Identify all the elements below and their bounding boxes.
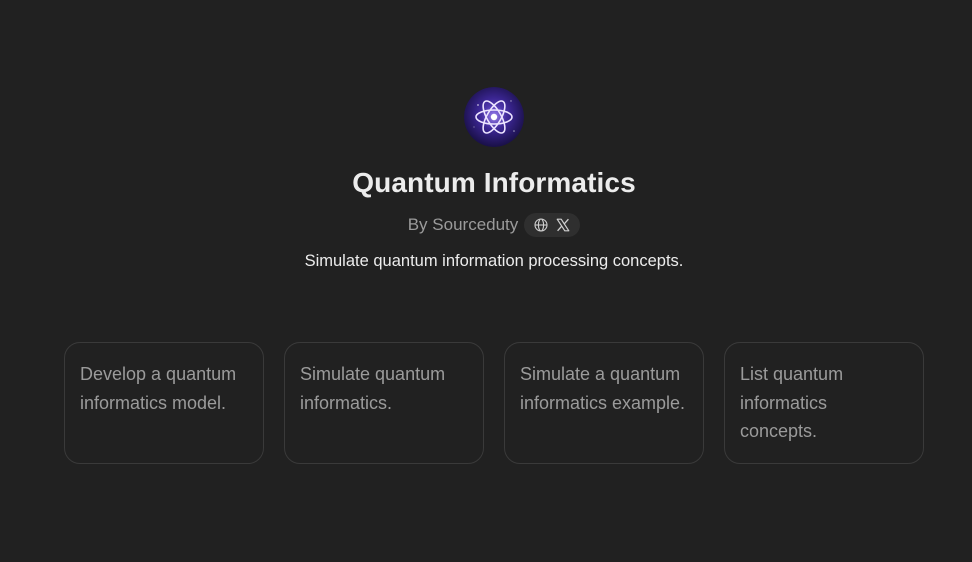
- conversation-starter-card[interactable]: Simulate quantum informatics.: [284, 342, 484, 464]
- author-label: By Sourceduty: [407, 215, 519, 234]
- x-logo-icon[interactable]: [555, 217, 571, 233]
- gpt-byline: By Sourceduty: [0, 212, 972, 238]
- conversation-starter-card[interactable]: Simulate a quantum informatics example.: [504, 342, 704, 464]
- gpt-avatar: [464, 87, 524, 147]
- globe-icon[interactable]: [533, 217, 549, 233]
- gpt-description: Simulate quantum information processing …: [304, 252, 684, 270]
- gpt-intro-page: Quantum Informatics By Sourceduty Simula…: [0, 0, 972, 562]
- conversation-starter-card[interactable]: List quantum informatics concepts.: [724, 342, 924, 464]
- conversation-starter-card[interactable]: Develop a quantum informatics model.: [64, 342, 264, 464]
- social-links: [524, 213, 581, 237]
- gpt-title: Quantum Informatics: [352, 167, 636, 198]
- atom-icon: [464, 87, 524, 147]
